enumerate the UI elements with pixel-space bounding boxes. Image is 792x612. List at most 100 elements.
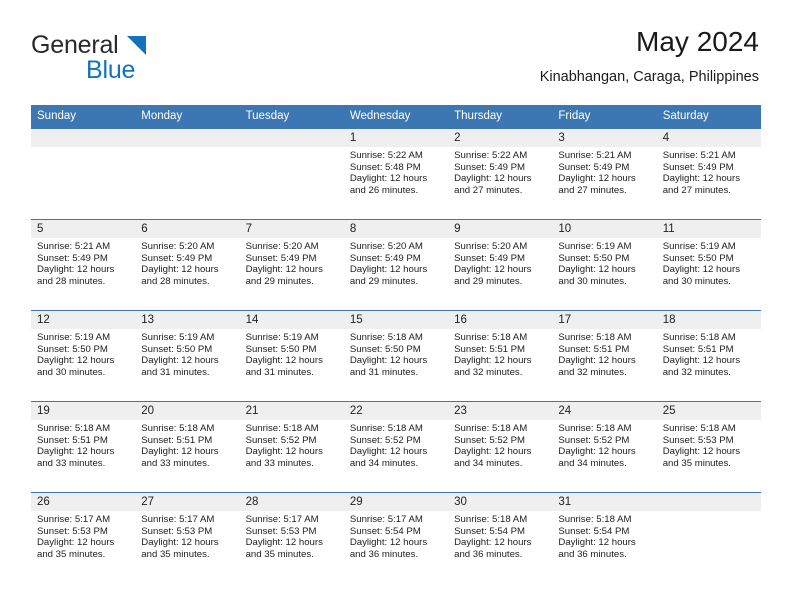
calendar-day-cell[interactable]: 16 Sunrise: 5:18 AM Sunset: 5:51 PM Dayligh… [448, 310, 553, 402]
day-number: 24 [552, 402, 657, 420]
day-cell-inner: 1 Sunrise: 5:22 AM Sunset: 5:48 PM Daylight… [343, 129, 449, 219]
calendar-day-cell[interactable]: 8 Sunrise: 5:20 AM Sunset: 5:49 PM Daylight… [343, 219, 449, 311]
sunrise-text: Sunrise: 5:20 AM [454, 241, 528, 252]
day-cell-inner: 11 Sunrise: 5:19 AM Sunset: 5:50 PM Dayligh… [656, 220, 761, 310]
day-cell-details: Sunrise: 5:18 AM Sunset: 5:51 PM Daylight:… [657, 329, 761, 378]
sunrise-text: Sunrise: 5:22 AM [454, 150, 528, 161]
calendar-day-cell[interactable]: 11 Sunrise: 5:19 AM Sunset: 5:50 PM Dayligh… [656, 219, 761, 311]
calendar-day-cell[interactable]: 9 Sunrise: 5:20 AM Sunset: 5:49 PM Daylight… [448, 219, 553, 311]
sunset-text: Sunset: 5:49 PM [662, 161, 734, 173]
calendar-day-cell[interactable]: 6 Sunrise: 5:20 AM Sunset: 5:49 PM Daylight… [135, 219, 240, 311]
sunset-text: Sunset: 5:54 PM [454, 525, 526, 537]
calendar-day-cell[interactable]: 4 Sunrise: 5:21 AM Sunset: 5:49 PM Daylight… [656, 129, 761, 220]
sunrise-text: Sunrise: 5:21 AM [37, 241, 111, 252]
sunset-text: Sunset: 5:50 PM [662, 252, 734, 264]
calendar-day-cell[interactable]: 27 Sunrise: 5:17 AM Sunset: 5:53 PM Dayligh… [135, 492, 240, 583]
day-header-tuesday: Tuesday [239, 105, 344, 129]
calendar-day-cell[interactable]: 21 Sunrise: 5:18 AM Sunset: 5:52 PM Dayligh… [239, 401, 344, 493]
day-cell-inner: 31 Sunrise: 5:18 AM Sunset: 5:54 PM Dayligh… [552, 493, 657, 583]
sunset-text: Sunset: 5:50 PM [141, 343, 213, 355]
day-cell-details: Sunrise: 5:18 AM Sunset: 5:52 PM Daylight:… [240, 420, 344, 469]
calendar-day-cell[interactable]: 7 Sunrise: 5:20 AM Sunset: 5:49 PM Daylight… [239, 219, 344, 311]
sunset-text: Sunset: 5:49 PM [141, 252, 213, 264]
daylight-text-line2: and 30 minutes. [662, 275, 731, 287]
sunset-text: Sunset: 5:53 PM [662, 434, 734, 446]
daylight-text-line2: and 28 minutes. [37, 275, 106, 287]
page-title: May 2024 [636, 26, 759, 57]
calendar-day-cell[interactable]: 5 Sunrise: 5:21 AM Sunset: 5:49 PM Daylight… [31, 219, 136, 311]
day-number: 2 [448, 129, 553, 147]
sunset-text: Sunset: 5:51 PM [454, 343, 526, 355]
calendar-day-cell[interactable]: 23 Sunrise: 5:18 AM Sunset: 5:52 PM Dayligh… [448, 401, 553, 493]
daylight-text-line1: Daylight: 12 hours [558, 537, 636, 549]
calendar-day-cell[interactable]: 3 Sunrise: 5:21 AM Sunset: 5:49 PM Daylight… [552, 129, 657, 220]
day-cell-details: Sunrise: 5:18 AM Sunset: 5:52 PM Daylight:… [344, 420, 448, 469]
daylight-text-line1: Daylight: 12 hours [141, 355, 219, 367]
day-cell-details: Sunrise: 5:17 AM Sunset: 5:54 PM Daylight:… [344, 511, 448, 560]
calendar-day-cell[interactable]: 14 Sunrise: 5:19 AM Sunset: 5:50 PM Dayligh… [239, 310, 344, 402]
sunset-text: Sunset: 5:53 PM [37, 525, 108, 537]
day-cell-details: Sunrise: 5:18 AM Sunset: 5:51 PM Daylight:… [448, 329, 552, 378]
logo-triangle-icon [127, 36, 146, 55]
day-number: 13 [135, 311, 240, 329]
calendar-day-cell[interactable]: 25 Sunrise: 5:18 AM Sunset: 5:53 PM Dayligh… [656, 401, 761, 493]
day-cell-inner: 5 Sunrise: 5:21 AM Sunset: 5:49 PM Daylight… [31, 220, 136, 310]
daylight-text-line2: and 27 minutes. [454, 184, 523, 196]
sunset-text: Sunset: 5:51 PM [662, 343, 734, 355]
calendar-day-cell[interactable]: 28 Sunrise: 5:17 AM Sunset: 5:53 PM Dayligh… [239, 492, 344, 583]
calendar-day-cell[interactable]: 2 Sunrise: 5:22 AM Sunset: 5:49 PM Daylight… [448, 129, 553, 220]
calendar-day-cell[interactable]: 29 Sunrise: 5:17 AM Sunset: 5:54 PM Dayligh… [343, 492, 449, 583]
daylight-text-line1: Daylight: 12 hours [454, 537, 532, 549]
calendar-day-cell[interactable]: 13 Sunrise: 5:19 AM Sunset: 5:50 PM Dayligh… [135, 310, 240, 402]
calendar-day-cell[interactable]: 20 Sunrise: 5:18 AM Sunset: 5:51 PM Dayligh… [135, 401, 240, 493]
daylight-text-line1: Daylight: 12 hours [37, 537, 115, 549]
daylight-text-line2: and 31 minutes. [141, 366, 210, 378]
calendar-day-cell[interactable]: 22 Sunrise: 5:18 AM Sunset: 5:52 PM Dayligh… [343, 401, 449, 493]
sunset-text: Sunset: 5:52 PM [454, 434, 526, 446]
daylight-text-line1: Daylight: 12 hours [662, 355, 741, 367]
day-number: 16 [448, 311, 553, 329]
logo-text-general: General [31, 31, 119, 59]
daylight-text-line1: Daylight: 12 hours [662, 446, 741, 458]
calendar-day-cell[interactable]: 12 Sunrise: 5:19 AM Sunset: 5:50 PM Dayligh… [31, 310, 136, 402]
day-cell-inner: 22 Sunrise: 5:18 AM Sunset: 5:52 PM Dayligh… [343, 402, 449, 492]
daylight-text-line2: and 30 minutes. [558, 275, 627, 287]
day-cell-inner: 6 Sunrise: 5:20 AM Sunset: 5:49 PM Daylight… [135, 220, 240, 310]
sunset-text: Sunset: 5:49 PM [349, 252, 421, 264]
daylight-text-line2: and 36 minutes. [558, 548, 627, 560]
day-cell-details: Sunrise: 5:22 AM Sunset: 5:49 PM Daylight:… [448, 147, 552, 196]
calendar-day-cell[interactable]: 1 Sunrise: 5:22 AM Sunset: 5:48 PM Daylight… [343, 129, 449, 220]
day-number: 30 [448, 493, 553, 511]
calendar-day-cell[interactable]: 15 Sunrise: 5:18 AM Sunset: 5:50 PM Dayligh… [343, 310, 449, 402]
calendar-day-cell[interactable]: 26 Sunrise: 5:17 AM Sunset: 5:53 PM Dayligh… [31, 492, 136, 583]
daylight-text-line1: Daylight: 12 hours [245, 537, 323, 549]
calendar-day-cell[interactable]: 18 Sunrise: 5:18 AM Sunset: 5:51 PM Dayligh… [656, 310, 761, 402]
sunrise-text: Sunrise: 5:20 AM [141, 241, 215, 252]
day-number: 19 [31, 402, 136, 420]
calendar-page: General Blue May 2024 Kinabhangan, Carag… [0, 0, 792, 612]
calendar-cell-empty [656, 492, 761, 583]
day-cell-details: Sunrise: 5:19 AM Sunset: 5:50 PM Daylight:… [552, 238, 656, 287]
calendar-day-cell[interactable]: 30 Sunrise: 5:18 AM Sunset: 5:54 PM Dayligh… [448, 492, 553, 583]
daylight-text-line2: and 31 minutes. [245, 366, 314, 378]
sunrise-text: Sunrise: 5:21 AM [662, 150, 736, 161]
calendar-day-cell[interactable]: 24 Sunrise: 5:18 AM Sunset: 5:52 PM Dayligh… [552, 401, 657, 493]
day-number: 28 [239, 493, 344, 511]
daylight-text-line2: and 35 minutes. [37, 548, 106, 560]
day-cell-inner [656, 493, 761, 583]
calendar-day-cell[interactable]: 10 Sunrise: 5:19 AM Sunset: 5:50 PM Dayligh… [552, 219, 657, 311]
day-number: 27 [135, 493, 240, 511]
day-cell-inner: 26 Sunrise: 5:17 AM Sunset: 5:53 PM Dayligh… [31, 493, 136, 583]
calendar-day-cell[interactable]: 31 Sunrise: 5:18 AM Sunset: 5:54 PM Dayligh… [552, 492, 657, 583]
calendar-day-cell[interactable]: 19 Sunrise: 5:18 AM Sunset: 5:51 PM Dayligh… [31, 401, 136, 493]
daylight-text-line2: and 36 minutes. [349, 548, 419, 560]
sunset-text: Sunset: 5:48 PM [349, 161, 421, 173]
day-cell-inner: 17 Sunrise: 5:18 AM Sunset: 5:51 PM Dayligh… [552, 311, 657, 401]
daylight-text-line2: and 29 minutes. [454, 275, 523, 287]
sunrise-text: Sunrise: 5:18 AM [558, 514, 632, 525]
daylight-text-line1: Daylight: 12 hours [662, 173, 741, 185]
daylight-text-line2: and 36 minutes. [454, 548, 523, 560]
calendar-day-cell[interactable]: 17 Sunrise: 5:18 AM Sunset: 5:51 PM Dayligh… [552, 310, 657, 402]
day-header-saturday: Saturday [656, 105, 761, 129]
daylight-text-line1: Daylight: 12 hours [349, 173, 428, 185]
